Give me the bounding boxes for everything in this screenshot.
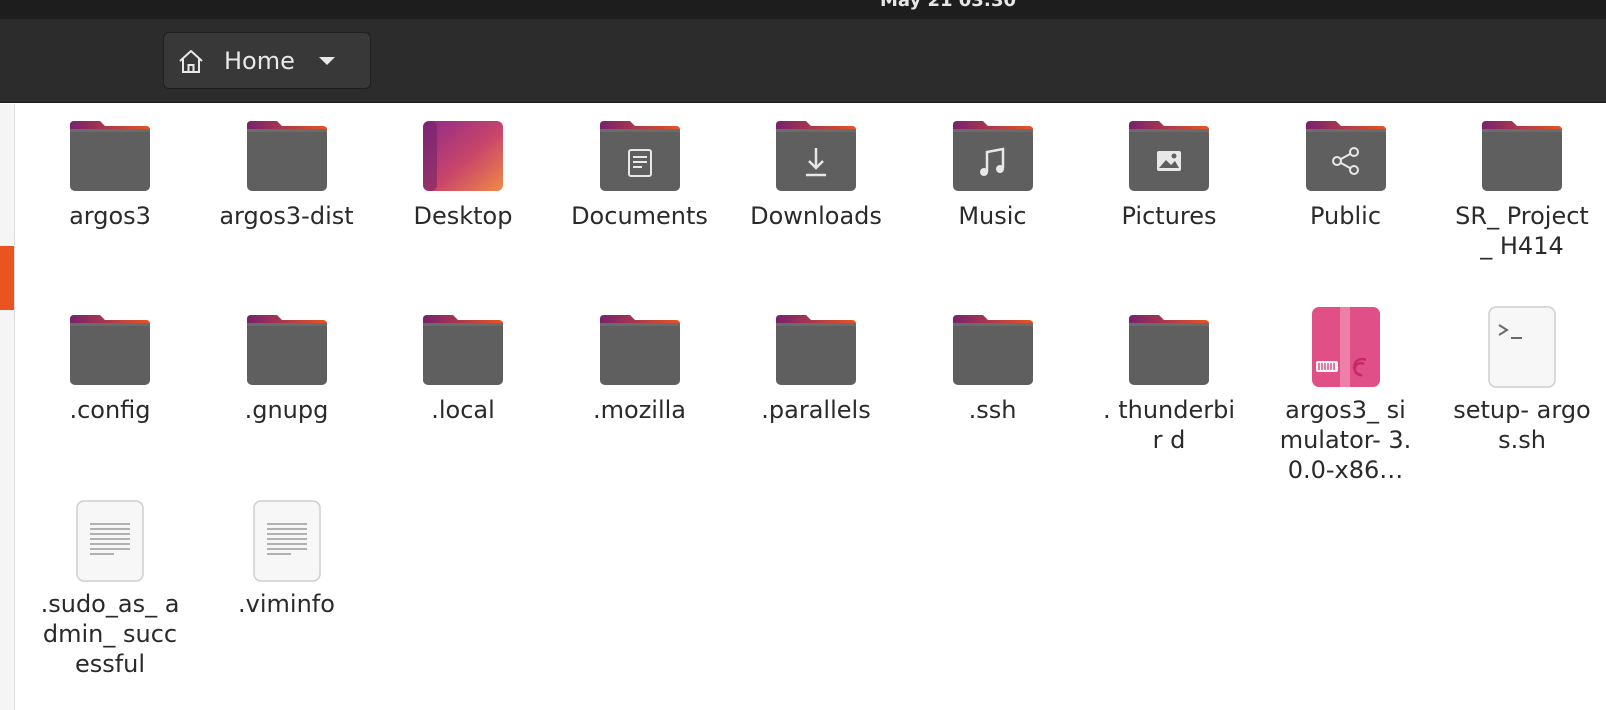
file-item[interactable]: .viminfo [209, 500, 365, 619]
file-name: Music [958, 202, 1027, 230]
documents-folder-icon [598, 118, 682, 194]
folder-icon [951, 312, 1035, 388]
file-item[interactable]: Music [915, 118, 1071, 231]
file-name: Desktop [413, 202, 513, 230]
file-item[interactable]: .config [32, 312, 188, 425]
path-bar-label: Home [224, 46, 295, 75]
file-name: argos3-dist [219, 202, 354, 230]
file-item[interactable]: argos3 [32, 118, 188, 231]
file-item[interactable]: argos3-dist [209, 118, 365, 231]
file-item[interactable]: .gnupg [209, 312, 365, 425]
file-name: argos3_ simulator- 3.0.0-x86… [1279, 396, 1412, 484]
file-item[interactable]: argos3_ simulator- 3.0.0-x86… [1268, 307, 1424, 485]
file-item[interactable]: Desktop [385, 118, 541, 231]
shell-script-icon [1480, 304, 1564, 390]
text-file-icon [68, 498, 152, 584]
clock[interactable]: May 21 03:30 [0, 0, 1606, 11]
file-item[interactable]: .parallels [738, 312, 894, 425]
file-name: .parallels [761, 396, 871, 424]
desktop-folder-icon [421, 118, 505, 194]
file-item[interactable]: setup- argos.sh [1444, 306, 1600, 455]
file-item[interactable]: SR_ Project_ H414 [1444, 118, 1600, 261]
folder-icon [1127, 312, 1211, 388]
folder-icon [68, 312, 152, 388]
file-name: setup- argos.sh [1453, 396, 1591, 454]
file-item[interactable]: Pictures [1091, 118, 1247, 231]
file-item[interactable]: . thunderbir d [1091, 312, 1247, 455]
downloads-folder-icon [774, 118, 858, 194]
folder-icon [1480, 118, 1564, 194]
music-folder-icon [951, 118, 1035, 194]
file-grid[interactable]: argos3 argos3-dist Desktop Documents Dow… [40, 118, 1606, 710]
deb-package-icon [1304, 304, 1388, 390]
folder-icon [245, 118, 329, 194]
file-name: .local [431, 396, 495, 424]
file-item[interactable]: Documents [562, 118, 718, 231]
file-item[interactable]: .mozilla [562, 312, 718, 425]
file-item[interactable]: .sudo_as_ admin_ successful [32, 500, 188, 679]
file-name: . thunderbir d [1102, 396, 1236, 454]
folder-icon [421, 312, 505, 388]
top-bar: May 21 03:30 [0, 0, 1606, 19]
text-file-icon [245, 498, 329, 584]
file-name: SR_ Project_ H414 [1455, 202, 1589, 260]
file-name: .config [69, 396, 151, 424]
chevron-down-icon[interactable] [315, 49, 339, 73]
file-item[interactable]: .ssh [915, 312, 1071, 425]
file-item[interactable]: Downloads [738, 118, 894, 231]
file-name: .ssh [968, 396, 1017, 424]
folder-icon [245, 312, 329, 388]
folder-icon [774, 312, 858, 388]
file-item[interactable]: .local [385, 312, 541, 425]
pictures-folder-icon [1127, 118, 1211, 194]
file-item[interactable]: Public [1268, 118, 1424, 231]
folder-icon [598, 312, 682, 388]
header-bar: Home [0, 19, 1606, 103]
public-folder-icon [1304, 118, 1388, 194]
home-icon [174, 44, 208, 78]
file-name: Pictures [1121, 202, 1217, 230]
file-name: Public [1309, 202, 1382, 230]
sidebar-active-indicator [0, 246, 14, 310]
file-name: Downloads [750, 202, 882, 230]
folder-icon [68, 118, 152, 194]
file-name: .viminfo [238, 590, 335, 618]
file-name: .gnupg [244, 396, 329, 424]
file-name: Documents [571, 202, 708, 230]
file-name: .mozilla [593, 396, 686, 424]
sidebar[interactable] [0, 104, 15, 710]
file-name: argos3 [69, 202, 151, 230]
path-bar-home-button[interactable]: Home [163, 32, 371, 89]
file-name: .sudo_as_ admin_ successful [40, 590, 180, 678]
